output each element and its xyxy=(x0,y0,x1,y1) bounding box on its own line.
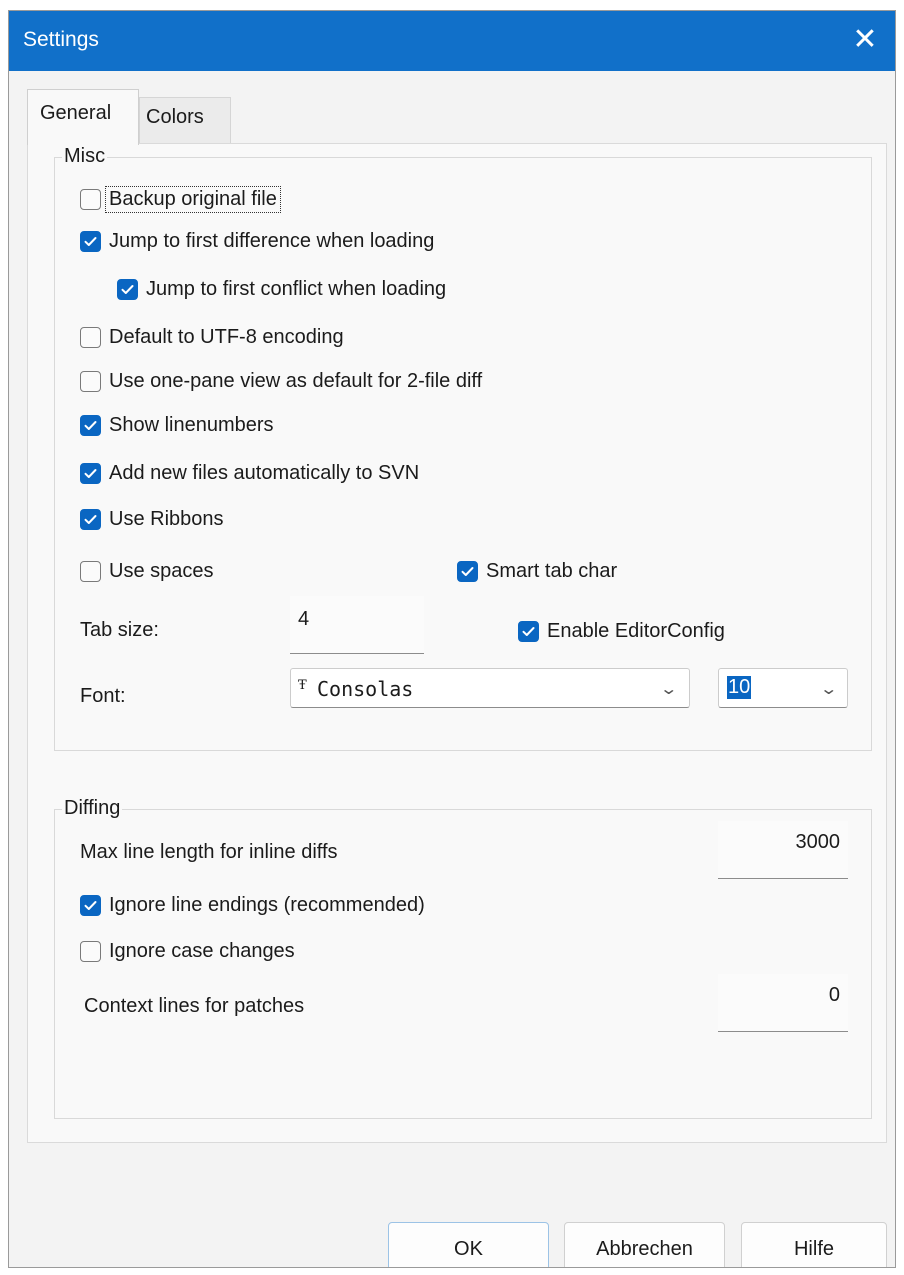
tab-size-value: 4 xyxy=(298,608,310,630)
one-pane-view-checkbox[interactable]: Use one-pane view as default for 2-file … xyxy=(80,370,482,393)
window-title: Settings xyxy=(23,28,99,51)
font-size-select[interactable]: 10 ⌄ xyxy=(718,668,848,708)
tab-size-input[interactable]: 4 xyxy=(290,596,424,654)
misc-group-label: Misc xyxy=(62,145,108,168)
show-linenumbers-checkbox[interactable]: Show linenumbers xyxy=(80,414,274,437)
add-files-svn-checkbox[interactable]: Add new files automatically to SVN xyxy=(80,462,419,485)
help-button[interactable]: Hilfe xyxy=(741,1222,887,1267)
font-family-select[interactable]: Ŧ Consolas ⌄ xyxy=(290,668,690,708)
smart-tab-char-label: Smart tab char xyxy=(486,560,618,582)
chevron-down-icon: ⌄ xyxy=(658,681,678,698)
context-lines-input[interactable]: 0 xyxy=(718,974,848,1032)
chevron-down-icon: ⌄ xyxy=(818,681,838,698)
checkmark-icon xyxy=(518,621,539,642)
use-spaces-label: Use spaces xyxy=(109,560,214,582)
jump-first-difference-label: Jump to first difference when loading xyxy=(109,230,435,252)
tab-colors[interactable]: Colors xyxy=(139,97,231,143)
one-pane-view-label: Use one-pane view as default for 2-file … xyxy=(109,370,483,392)
tab-general[interactable]: General xyxy=(27,89,139,145)
add-files-svn-label: Add new files automatically to SVN xyxy=(109,462,420,484)
title-bar: Settings ✕ xyxy=(9,11,895,71)
checkmark-icon xyxy=(117,279,138,300)
truetype-font-icon: Ŧ xyxy=(298,678,307,693)
utf8-encoding-checkbox[interactable]: Default to UTF-8 encoding xyxy=(80,326,344,349)
checkmark-icon xyxy=(80,895,101,916)
font-label: Font: xyxy=(80,685,126,707)
utf8-encoding-label: Default to UTF-8 encoding xyxy=(109,326,344,348)
tab-size-label: Tab size: xyxy=(80,619,159,641)
ignore-case-checkbox[interactable]: Ignore case changes xyxy=(80,940,295,963)
checkbox-box xyxy=(80,561,101,582)
cancel-button[interactable]: Abbrechen xyxy=(564,1222,725,1267)
enable-editorconfig-label: Enable EditorConfig xyxy=(547,620,725,642)
ignore-case-label: Ignore case changes xyxy=(109,940,295,962)
checkbox-box xyxy=(80,371,101,392)
jump-first-conflict-checkbox[interactable]: Jump to first conflict when loading xyxy=(117,278,446,301)
checkmark-icon xyxy=(80,415,101,436)
checkbox-box xyxy=(80,941,101,962)
font-size-value: 10 xyxy=(727,676,752,699)
max-line-length-input[interactable]: 3000 xyxy=(718,821,848,879)
use-ribbons-checkbox[interactable]: Use Ribbons xyxy=(80,508,224,531)
show-linenumbers-label: Show linenumbers xyxy=(109,414,274,436)
ignore-line-endings-label: Ignore line endings (recommended) xyxy=(109,894,425,916)
jump-first-difference-checkbox[interactable]: Jump to first difference when loading xyxy=(80,230,434,253)
checkmark-icon xyxy=(457,561,478,582)
use-ribbons-label: Use Ribbons xyxy=(109,508,224,530)
ignore-line-endings-checkbox[interactable]: Ignore line endings (recommended) xyxy=(80,894,425,917)
checkbox-box xyxy=(80,327,101,348)
backup-original-checkbox[interactable]: Backup original file xyxy=(80,186,281,213)
settings-dialog: Settings ✕ General Colors Misc Backup or… xyxy=(8,10,896,1268)
checkbox-box xyxy=(80,189,101,210)
max-line-length-value: 3000 xyxy=(795,831,841,853)
checkmark-icon xyxy=(80,231,101,252)
font-family-value: Consolas xyxy=(317,677,414,701)
diffing-group-label: Diffing xyxy=(62,797,123,820)
context-lines-value: 0 xyxy=(828,984,840,1006)
general-tab-panel: Misc Backup original file Jump to first … xyxy=(27,143,887,1143)
use-spaces-checkbox[interactable]: Use spaces xyxy=(80,560,214,583)
jump-first-conflict-label: Jump to first conflict when loading xyxy=(146,278,447,300)
enable-editorconfig-checkbox[interactable]: Enable EditorConfig xyxy=(518,620,725,643)
smart-tab-char-checkbox[interactable]: Smart tab char xyxy=(457,560,617,583)
backup-original-label: Backup original file xyxy=(105,186,281,213)
context-lines-label: Context lines for patches xyxy=(84,995,305,1017)
close-icon[interactable]: ✕ xyxy=(835,11,895,71)
checkmark-icon xyxy=(80,509,101,530)
max-line-length-label: Max line length for inline diffs xyxy=(80,841,338,863)
checkmark-icon xyxy=(80,463,101,484)
ok-button[interactable]: OK xyxy=(388,1222,549,1267)
